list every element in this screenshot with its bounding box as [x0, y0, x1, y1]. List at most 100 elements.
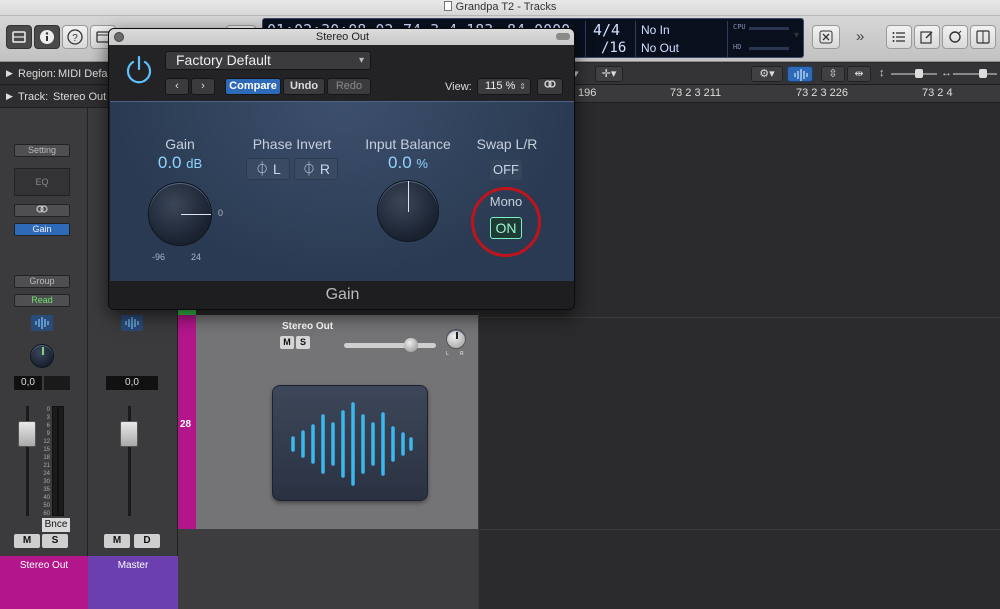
gear-menu-button[interactable]: ⚙▾ — [751, 66, 783, 82]
disclosure-triangle-icon[interactable]: ▶ — [6, 68, 13, 79]
volume-fader[interactable] — [18, 421, 36, 447]
gain-knob[interactable] — [148, 182, 212, 246]
eq-display[interactable]: EQ — [14, 168, 70, 196]
plugin-footer: Gain — [109, 281, 574, 309]
gain-zero-mark: 0 — [218, 208, 224, 218]
gear-icon: ⚙ — [759, 68, 770, 80]
region-label: Region: — [18, 68, 56, 80]
chevron-down-icon: ▾ — [358, 55, 364, 66]
mute-button[interactable]: M — [104, 534, 130, 548]
track-header[interactable]: Stereo Out M S L R — [196, 315, 478, 529]
region-value: MIDI Defau — [58, 68, 114, 80]
document-icon — [443, 1, 452, 11]
window-collapse-button[interactable] — [556, 33, 570, 40]
level-meter-right — [58, 406, 64, 516]
gain-plugin-window: Stereo Out Factory Default ▾ ‹ › Compare… — [108, 28, 575, 310]
horizontal-fit-icon: ⇹ — [854, 68, 864, 80]
phase-invert-label: Phase Invert — [252, 136, 332, 152]
bounce-button[interactable]: Bnce — [42, 518, 70, 532]
library-button[interactable] — [6, 25, 32, 49]
vertical-zoom-icon: ↕ — [879, 67, 885, 79]
lcd-cpu-label: CPU — [733, 23, 746, 31]
browser-button[interactable] — [970, 25, 996, 49]
link-button[interactable] — [14, 204, 70, 217]
lcd-midi-out: No Out — [641, 41, 680, 55]
track-value: Stereo Out — [53, 91, 107, 103]
pan-value[interactable]: 0,0 — [14, 376, 42, 390]
preset-name: Factory Default — [176, 52, 271, 68]
dim-button[interactable]: D — [134, 534, 160, 548]
strip-name-area[interactable]: Stereo Out — [0, 556, 88, 609]
track-solo-button[interactable]: S — [296, 336, 310, 349]
view-zoom-value: 115 % — [485, 80, 516, 92]
track-number: 28 — [180, 419, 192, 430]
inspector-button[interactable] — [34, 25, 60, 49]
strip-name: Stereo Out — [19, 560, 69, 571]
phase-invert-right-button[interactable]: ⏀ R — [294, 158, 338, 180]
track-mute-button[interactable]: M — [280, 336, 294, 349]
input-balance-knob[interactable] — [377, 180, 439, 242]
vertical-zoom-slider[interactable] — [891, 69, 937, 78]
list-icon — [892, 32, 905, 42]
overflow-chevron-icon[interactable]: » — [856, 28, 864, 45]
list-editors-button[interactable] — [886, 25, 912, 49]
mute-button[interactable]: M — [14, 534, 40, 548]
help-button[interactable]: ? — [62, 25, 88, 49]
window-title: Grandpa T2 - Tracks — [455, 1, 557, 13]
swap-lr-button[interactable]: OFF — [490, 160, 522, 180]
setting-button[interactable]: Setting — [14, 144, 70, 157]
info-icon — [40, 30, 54, 44]
volume-fader[interactable] — [120, 421, 138, 447]
pan-value[interactable]: 0,0 — [106, 376, 158, 390]
view-zoom-menu[interactable]: 115 % ⇕ — [477, 78, 531, 95]
phase-invert-left-button[interactable]: ⏀ L — [246, 158, 290, 180]
compare-button[interactable]: Compare — [225, 78, 281, 95]
input-balance-value[interactable]: 0.0 % — [362, 153, 454, 173]
horizontal-zoom-icon: ↔ — [941, 67, 952, 79]
redo-button[interactable]: Redo — [327, 78, 371, 95]
waveform-zoom-button[interactable] — [787, 66, 813, 82]
track-volume-slider[interactable] — [344, 338, 436, 352]
notepad-button[interactable] — [914, 25, 940, 49]
next-preset-button[interactable]: › — [191, 78, 215, 95]
strip-name-area[interactable]: Master — [88, 556, 178, 609]
vertical-fit-button[interactable]: ⇳ — [821, 66, 845, 82]
highlight-circle — [471, 187, 541, 257]
previous-preset-button[interactable]: ‹ — [165, 78, 189, 95]
ruler-mark: 73 2 3 211 — [670, 87, 722, 99]
gain-label: Gain — [165, 136, 195, 152]
pan-knob[interactable] — [30, 344, 54, 368]
ruler-mark: 196 — [578, 87, 597, 99]
horizontal-zoom-slider[interactable] — [953, 69, 997, 78]
group-button[interactable]: Group — [14, 275, 70, 288]
lcd-menu-chevron-icon[interactable]: ▾ — [794, 30, 799, 41]
track-pan-knob[interactable] — [446, 329, 466, 349]
gain-plugin-slot[interactable]: Gain — [14, 223, 70, 236]
gain-value[interactable]: 0.0 dB — [140, 153, 220, 173]
audio-waveform-icon[interactable] — [31, 315, 53, 331]
crosshair-tool-button[interactable]: ✛▾ — [595, 66, 623, 82]
plugin-title-bar[interactable]: Stereo Out — [109, 29, 574, 45]
horizontal-fit-button[interactable]: ⇹ — [847, 66, 871, 82]
link-icon — [36, 205, 48, 213]
cpu-meter — [749, 27, 789, 30]
solo-button[interactable]: S — [42, 534, 68, 548]
svg-text:?: ? — [72, 33, 78, 44]
preset-menu[interactable]: Factory Default ▾ — [165, 51, 371, 70]
tracks-toolbar: ▾ ✛▾ ⚙▾ ⇳ ⇹ ↕ ↔ — [573, 63, 1000, 85]
cycle-close-button[interactable] — [812, 25, 840, 49]
ruler-mark: 73 2 4 — [922, 87, 953, 99]
audio-waveform-icon[interactable] — [121, 315, 143, 331]
disclosure-triangle-icon[interactable]: ▶ — [6, 91, 13, 102]
ruler[interactable]: 196 73 2 3 211 73 2 3 226 73 2 4 — [575, 85, 1000, 103]
updown-chevron-icon: ⇕ — [519, 82, 526, 91]
gain-max-mark: 24 — [191, 252, 202, 262]
undo-button[interactable]: Undo — [283, 78, 325, 95]
loop-browser-button[interactable] — [942, 25, 968, 49]
plugin-window-title: Stereo Out — [315, 31, 370, 43]
automation-read-button[interactable]: Read — [14, 294, 70, 307]
power-button[interactable] — [123, 53, 155, 85]
link-button[interactable] — [537, 78, 563, 95]
close-window-button[interactable] — [114, 32, 124, 42]
track-label: Track: — [18, 91, 49, 103]
